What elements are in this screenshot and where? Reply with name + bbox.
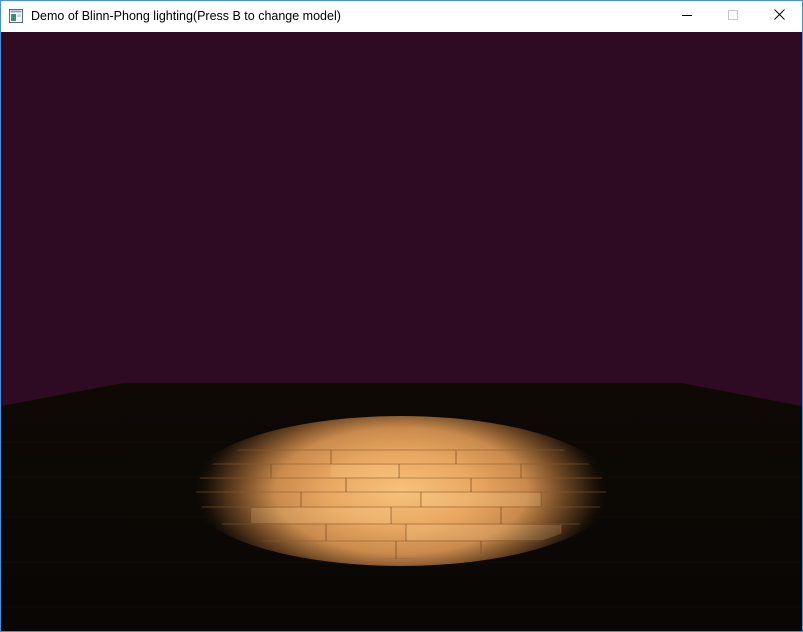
title-bar[interactable]: Demo of Blinn-Phong lighting(Press B to … — [1, 1, 802, 31]
render-viewport[interactable] — [1, 32, 802, 631]
spotlight-area — [186, 416, 616, 566]
close-icon — [773, 7, 785, 25]
application-window: Demo of Blinn-Phong lighting(Press B to … — [0, 0, 803, 632]
minimize-icon — [682, 7, 692, 25]
maximize-icon — [728, 7, 738, 25]
maximize-button[interactable] — [710, 1, 756, 31]
window-title: Demo of Blinn-Phong lighting(Press B to … — [31, 9, 341, 23]
app-window-icon — [9, 9, 23, 23]
scene-canvas — [1, 32, 802, 631]
minimize-button[interactable] — [664, 1, 710, 31]
close-button[interactable] — [756, 1, 802, 31]
